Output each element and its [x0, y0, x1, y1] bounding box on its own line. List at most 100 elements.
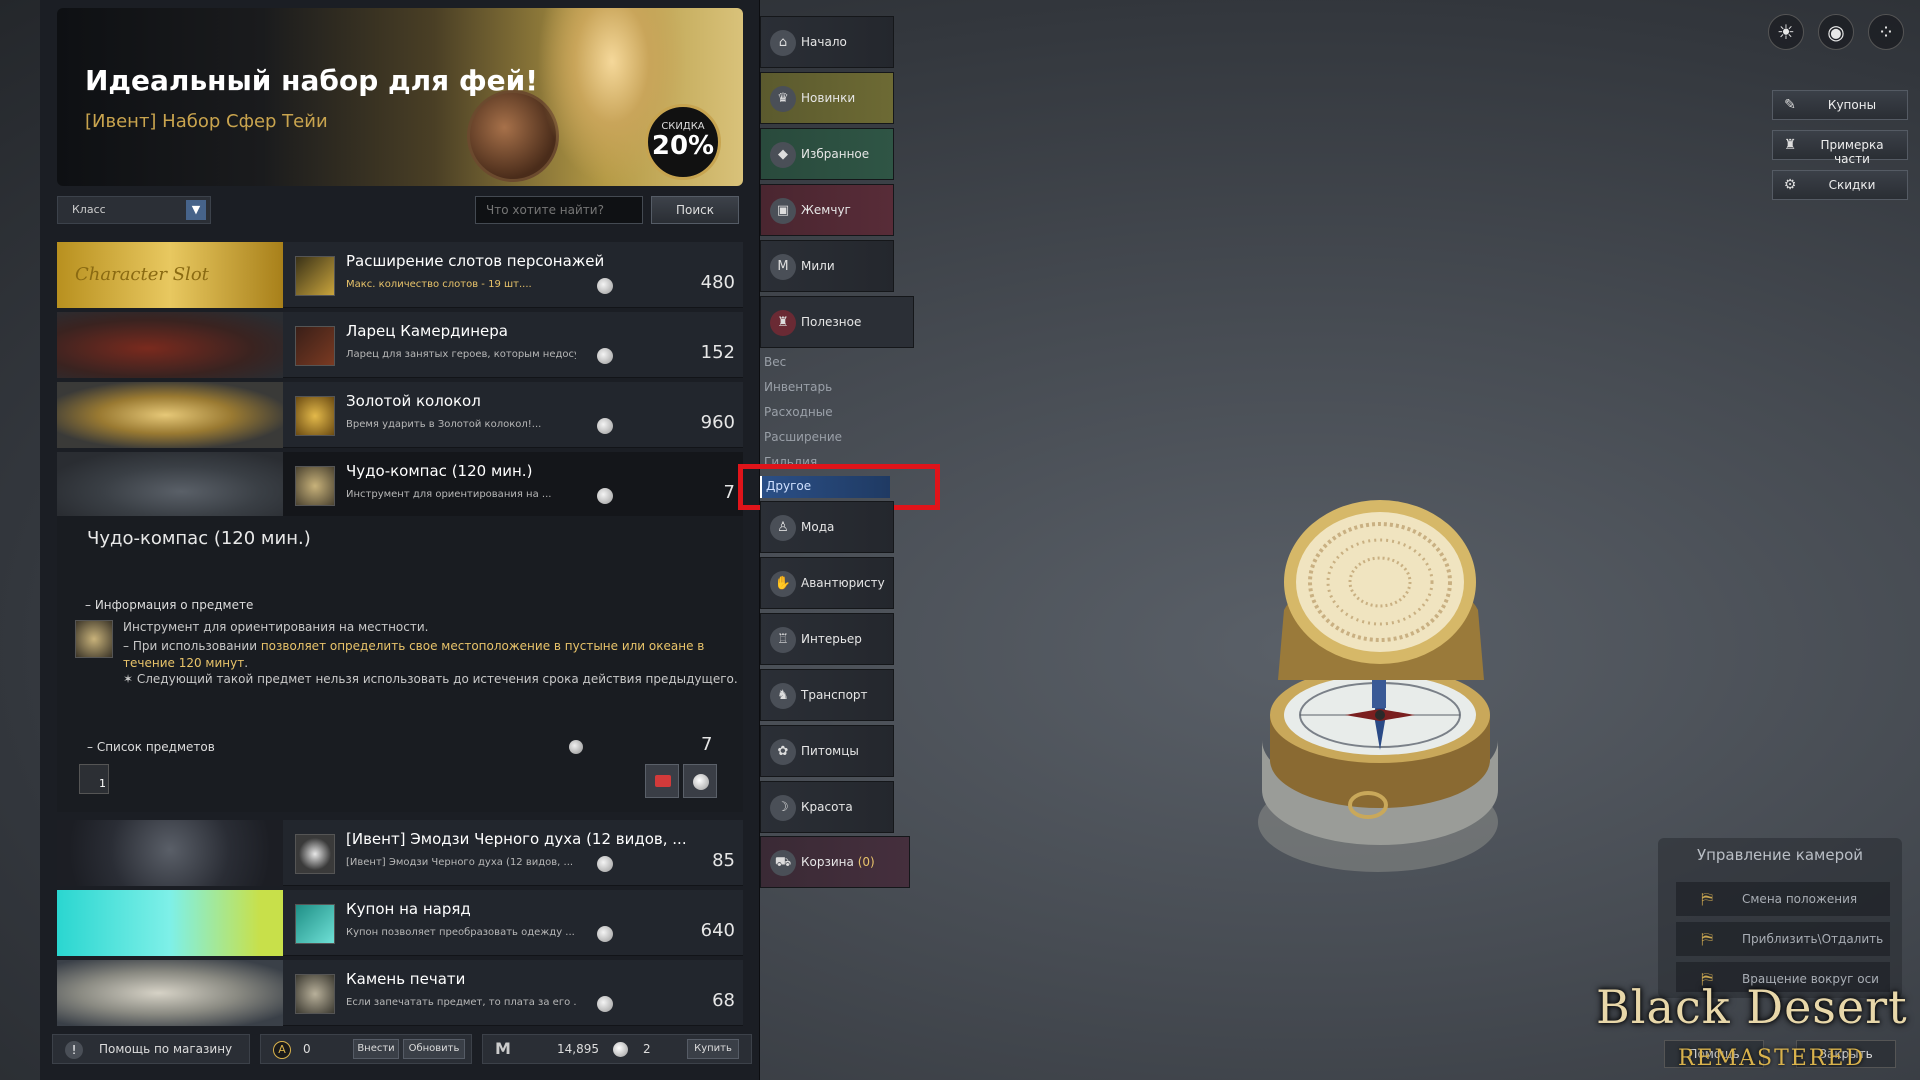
refresh-button[interactable]: Обновить [403, 1039, 465, 1059]
detail-line-1: Инструмент для ориентирования на местнос… [123, 620, 429, 634]
detail-line-2-prefix: – При использовании [123, 639, 261, 653]
detail-list-heading[interactable]: – Список предметов [87, 740, 215, 754]
shop-item-row[interactable]: [Ивент] Эмодзи Черного духа (12 видов, .… [57, 820, 743, 886]
points-icon: A [273, 1041, 291, 1059]
nav-label: Новинки [801, 91, 856, 105]
banner-subtitle: [Ивент] Набор Сфер Тейи [85, 111, 328, 132]
sub-item-inventory[interactable]: Инвентарь [764, 380, 832, 394]
shop-help-button[interactable]: ! Помощь по магазину [52, 1034, 250, 1064]
pearl-icon [597, 996, 613, 1012]
shop-item-row[interactable]: Купон на наряд Купон позволяет преобразо… [57, 890, 743, 956]
camera-move-button[interactable]: ⛿ Смена положения [1676, 882, 1890, 916]
discount-value: 20% [651, 131, 715, 161]
try-on-label: Примерка части [1820, 138, 1884, 166]
nav-label: Мили [801, 259, 835, 273]
nav-item-transport[interactable]: ♞ Транспорт [760, 669, 894, 721]
list-item-qty: 1 [99, 777, 106, 790]
shop-item-row[interactable]: Character Slot Расширение слотов персона… [57, 242, 743, 308]
compass-3d-model[interactable] [1240, 500, 1520, 880]
item-price: 480 [700, 272, 735, 293]
shop-item-row[interactable]: Ларец Камердинера Ларец для занятых геро… [57, 312, 743, 378]
slot-ticket-icon [295, 256, 335, 296]
compass-icon [75, 620, 113, 658]
add-to-cart-button[interactable] [645, 764, 679, 798]
bell-icon [295, 396, 335, 436]
nav-item-interior[interactable]: ♖ Интерьер [760, 613, 894, 665]
shop-item-row-selected[interactable]: Чудо-компас (120 мин.) Инструмент для ор… [57, 452, 743, 518]
try-on-button[interactable]: ♜ Примерка части [1772, 130, 1908, 166]
nav-item-adventurer[interactable]: ✋ Авантюристу [760, 557, 894, 609]
dye-icon[interactable]: ⁘ [1868, 14, 1904, 50]
shop-item-row[interactable]: Камень печати Если запечатать предмет, т… [57, 960, 743, 1026]
sub-item-consumables[interactable]: Расходные [764, 405, 833, 419]
furniture-icon: ♖ [770, 627, 796, 653]
nav-label: Красота [801, 800, 853, 814]
outfit-icon: ♙ [770, 515, 796, 541]
camera-zoom-button[interactable]: ⛿ Приблизить\Отдалить [1676, 922, 1890, 956]
nav-item-beauty[interactable]: ☽ Красота [760, 781, 894, 833]
coupons-label: Купоны [1827, 98, 1877, 112]
nav-item-new[interactable]: ♛ Новинки [760, 72, 894, 124]
nav-item-fashion[interactable]: ♙ Мода [760, 501, 894, 553]
nav-item-useful[interactable]: ♜ Полезное [760, 296, 914, 348]
camera-control-panel: Управление камерой ⛿ Смена положения ⛿ П… [1658, 838, 1902, 998]
armor-icon: ♜ [1783, 137, 1797, 153]
item-thumbnail: Character Slot [57, 242, 283, 308]
cart-icon: ⛟ [770, 850, 796, 876]
detail-title: Чудо-компас (120 мин.) [87, 528, 311, 549]
item-desc: [Ивент] Эмодзи Черного духа (12 видов, .… [346, 857, 574, 868]
chest-icon: ▣ [770, 198, 796, 224]
nav-label: Мода [801, 520, 835, 534]
brightness-icon[interactable]: ☀ [1768, 14, 1804, 50]
chevron-down-icon[interactable]: ▼ [186, 200, 206, 220]
deposit-button[interactable]: Внести [353, 1039, 399, 1059]
detail-line-2-suffix: . [244, 656, 249, 670]
class-select-value: Класс [72, 203, 106, 216]
item-desc: Макс. количество слотов - 19 шт.... [346, 279, 532, 290]
nav-item-pets[interactable]: ✿ Питомцы [760, 725, 894, 777]
cart-count: (0) [857, 855, 875, 869]
buy-with-pearls-button[interactable] [683, 764, 717, 798]
pearl-icon [597, 348, 613, 364]
points-box: A 0 Внести Обновить [260, 1034, 472, 1064]
item-name: Купон на наряд [346, 900, 471, 918]
item-name: Чудо-компас (120 мин.) [346, 462, 533, 480]
nav-item-cart[interactable]: ⛟ Корзина (0) [760, 836, 910, 888]
sub-item-expansion[interactable]: Расширение [764, 430, 842, 444]
search-button[interactable]: Поиск [651, 196, 739, 224]
compass-icon[interactable]: 1 [79, 764, 109, 794]
coupons-button[interactable]: ✎ Купоны [1772, 90, 1908, 120]
camera-zoom-label: Приблизить\Отдалить [1742, 932, 1884, 946]
nav-label: Начало [801, 35, 847, 49]
mouse-drag-icon: ⛿ [1701, 889, 1713, 908]
detail-info-heading[interactable]: – Информация о предмете [85, 598, 253, 612]
detail-line-3: ✶ Следующий такой предмет нельзя использ… [123, 672, 738, 686]
search-input[interactable] [475, 196, 643, 224]
sub-item-weight[interactable]: Вес [764, 355, 786, 369]
item-name: Расширение слотов персонажей [346, 252, 605, 270]
nav-item-home[interactable]: ⌂ Начало [760, 16, 894, 68]
eye-icon[interactable]: ◉ [1818, 14, 1854, 50]
shop-item-row[interactable]: Золотой колокол Время ударить в Золотой … [57, 382, 743, 448]
pearl-icon [597, 926, 613, 942]
miles-icon: M [495, 1039, 511, 1058]
nav-item-miles[interactable]: M Мили [760, 240, 894, 292]
paw-icon: ✿ [770, 739, 796, 765]
nav-label: Жемчуг [801, 203, 851, 217]
pearl-icon [569, 740, 583, 754]
nav-item-favorites[interactable]: ◆ Избранное [760, 128, 894, 180]
nav-item-pearls[interactable]: ▣ Жемчуг [760, 184, 894, 236]
shop-panel: Идеальный набор для фей! [Ивент] Набор С… [40, 0, 760, 1080]
promo-banner[interactable]: Идеальный набор для фей! [Ивент] Набор С… [57, 8, 743, 186]
camera-move-label: Смена положения [1742, 892, 1858, 906]
class-select[interactable]: Класс ▼ [57, 196, 211, 224]
item-desc: Время ударить в Золотой колокол!... [346, 419, 542, 430]
item-name: Золотой колокол [346, 392, 481, 410]
discounts-button[interactable]: ⚙ Скидки [1772, 170, 1908, 200]
item-thumbnail [57, 960, 283, 1026]
item-name: Ларец Камердинера [346, 322, 508, 340]
pearl-icon [597, 488, 613, 504]
compass-icon [295, 466, 335, 506]
item-price: 85 [712, 850, 735, 871]
buy-button[interactable]: Купить [687, 1039, 739, 1059]
